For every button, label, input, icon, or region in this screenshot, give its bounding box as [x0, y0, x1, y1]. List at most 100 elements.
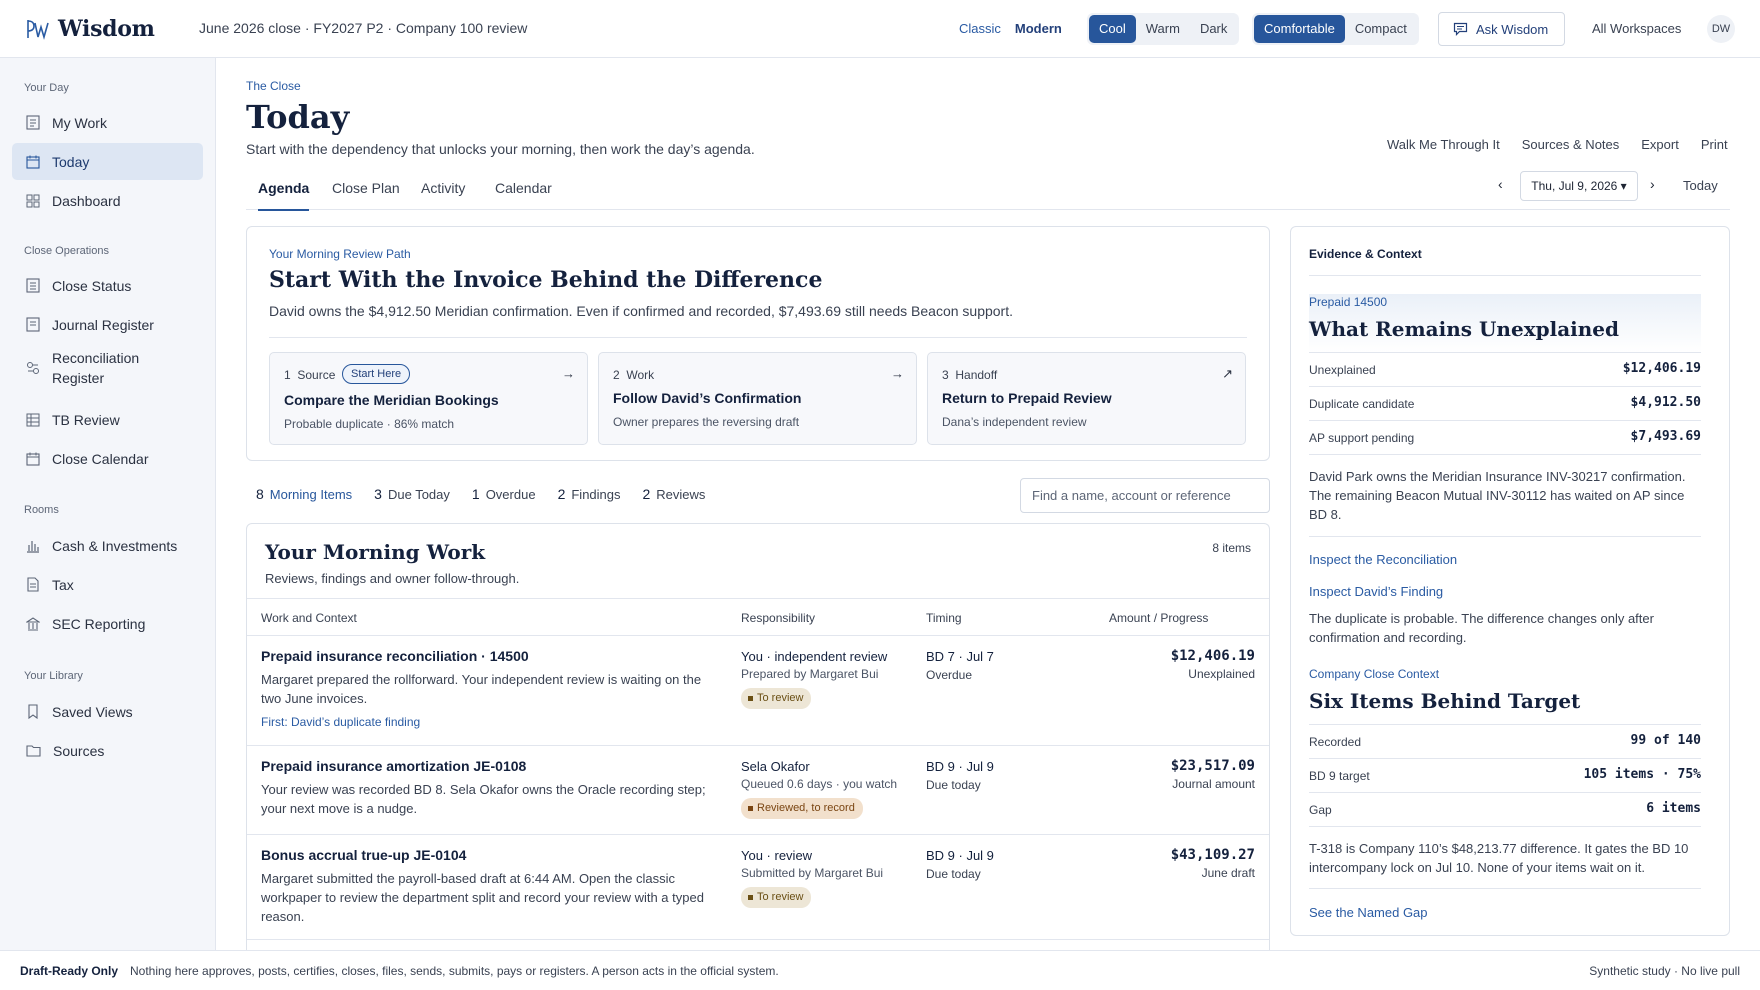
journal-icon — [26, 317, 40, 332]
kv-label: Recorded — [1309, 735, 1362, 749]
theme-warm[interactable]: Warm — [1136, 15, 1190, 43]
sidebar-item-my-work[interactable]: My Work — [12, 104, 203, 141]
table-icon — [26, 413, 40, 426]
mode-classic[interactable]: Classic — [959, 21, 1001, 36]
sources-notes-button[interactable]: Sources & Notes — [1522, 137, 1620, 152]
sidebar-item-tb-review[interactable]: TB Review — [12, 401, 203, 438]
mode-modern[interactable]: Modern — [1015, 21, 1062, 36]
evidence-note: David Park owns the Meridian Insurance I… — [1309, 469, 1686, 522]
sidebar-item-close-calendar[interactable]: Close Calendar — [12, 440, 203, 477]
duplicate-finding-link[interactable]: First: David’s duplicate finding — [261, 715, 420, 729]
kv-row: Duplicate candidate $4,912.50 — [1309, 386, 1701, 420]
all-workspaces-link[interactable]: All Workspaces — [1592, 21, 1681, 36]
close-context: June 2026 close · FY2027 P2 · Company 10… — [199, 20, 528, 36]
row-responsibility-sub: Submitted by Margaret Bui — [741, 866, 884, 880]
step-title: Compare the Meridian Bookings — [284, 392, 499, 408]
sidebar-item-saved-views[interactable]: Saved Views — [12, 693, 203, 730]
row-amount: $43,109.27 — [1170, 847, 1255, 863]
avatar[interactable]: DW — [1707, 15, 1735, 43]
export-button[interactable]: Export — [1641, 137, 1679, 152]
counter-morning-items[interactable]: 8 Morning Items — [256, 486, 352, 502]
row-timing: BD 9 · Jul 9 — [926, 759, 994, 774]
prev-day-icon[interactable]: ‹ — [1498, 176, 1503, 192]
path-step-source[interactable]: 1 Source Start Here → Compare the Meridi… — [269, 352, 588, 445]
bookmark-icon — [28, 704, 38, 719]
counter-findings[interactable]: 2 Findings — [558, 486, 621, 502]
counter-reviews[interactable]: 2 Reviews — [643, 486, 706, 502]
path-eyebrow: Your Morning Review Path — [269, 247, 411, 261]
date-picker[interactable]: Thu, Jul 9, 2026 ▾ — [1520, 171, 1638, 201]
app-logo[interactable]: Wisdom — [26, 16, 155, 42]
sidebar-item-label: TB Review — [52, 411, 120, 428]
section-eyebrow: Prepaid 14500 — [1309, 295, 1388, 309]
today-button[interactable]: Today — [1683, 178, 1718, 193]
folder-icon — [26, 745, 41, 757]
divider — [1309, 888, 1701, 889]
path-description: David owns the $4,912.50 Meridian confir… — [269, 303, 1013, 319]
sidebar-item-close-status[interactable]: Close Status — [12, 267, 203, 304]
row-responsibility: You · review — [741, 848, 813, 863]
calendar-icon — [26, 452, 40, 466]
row-responsibility-sub: Queued 0.6 days · you watch — [741, 777, 898, 791]
sidebar-item-dashboard[interactable]: Dashboard — [12, 182, 203, 219]
sidebar-section-rooms: Rooms — [24, 504, 59, 516]
row-amount-sub: Journal amount — [1172, 777, 1255, 791]
wisdom-logo-icon — [27, 20, 49, 40]
search-input[interactable]: Find a name, account or reference — [1020, 478, 1270, 513]
sidebar-item-reconciliation-register[interactable]: Reconciliation Register — [12, 345, 203, 390]
sidebar-item-label: Journal Register — [52, 316, 154, 333]
row-title: Prepaid insurance reconciliation · 14500 — [261, 648, 529, 664]
kv-value: $7,493.69 — [1630, 429, 1701, 444]
sidebar-item-tax[interactable]: Tax — [12, 566, 203, 603]
sidebar: Your Day My Work Today Dashboard Close O… — [0, 58, 216, 950]
work-subtitle: Reviews, findings and owner follow-throu… — [265, 571, 520, 586]
row-title: Bonus accrual true-up JE-0104 — [261, 847, 467, 863]
sidebar-item-label: Saved Views — [52, 703, 133, 720]
arrow-up-right-icon: ↗ — [1222, 366, 1233, 381]
density-compact[interactable]: Compact — [1345, 15, 1417, 43]
sidebar-item-sec-reporting[interactable]: SEC Reporting — [12, 605, 203, 642]
print-button[interactable]: Print — [1701, 137, 1728, 152]
theme-dark[interactable]: Dark — [1190, 15, 1237, 43]
step-title: Return to Prepaid Review — [942, 390, 1112, 406]
path-step-handoff[interactable]: 3 Handoff ↗ Return to Prepaid Review Dan… — [927, 352, 1246, 445]
sidebar-item-today[interactable]: Today — [12, 143, 203, 180]
sidebar-item-label: Today — [52, 153, 90, 170]
sidebar-section-close-operations: Close Operations — [24, 245, 109, 257]
status-badge: To review — [741, 887, 812, 908]
see-named-gap-link[interactable]: See the Named Gap — [1309, 905, 1428, 920]
context-note: T-318 is Company 110’s $48,213.77 differ… — [1309, 841, 1689, 875]
sidebar-item-sources[interactable]: Sources — [12, 732, 203, 769]
density-comfortable[interactable]: Comfortable — [1254, 15, 1345, 43]
section-title: Six Items Behind Target — [1309, 689, 1581, 713]
tab-agenda[interactable]: Agenda — [258, 180, 310, 211]
table-row[interactable]: Prepaid insurance amortization JE-0108 Y… — [247, 746, 1269, 835]
column-header: Amount / Progress — [1109, 611, 1209, 625]
tab-calendar[interactable]: Calendar — [495, 180, 552, 196]
table-row[interactable]: Bonus accrual true-up JE-0104 Margaret s… — [247, 835, 1269, 940]
tab-close-plan[interactable]: Close Plan — [332, 180, 400, 196]
row-responsibility: You · independent review — [741, 649, 888, 664]
table-row[interactable]: Prepaid insurance reconciliation · 14500… — [247, 636, 1269, 746]
section-eyebrow: Company Close Context — [1309, 667, 1440, 681]
tab-activity[interactable]: Activity — [421, 180, 465, 196]
table-header: Work and Context Responsibility Timing A… — [247, 598, 1269, 636]
ask-wisdom-button[interactable]: Ask Wisdom — [1438, 12, 1565, 46]
inspect-reconciliation-link[interactable]: Inspect the Reconciliation — [1309, 552, 1457, 567]
sidebar-item-journal-register[interactable]: Journal Register — [12, 306, 203, 343]
divider — [1309, 826, 1701, 827]
sidebar-item-label: Close Calendar — [52, 450, 149, 467]
counter-overdue[interactable]: 1 Overdue — [472, 486, 536, 502]
work-count: 8 items — [1212, 541, 1251, 555]
row-desc: Margaret submitted the payroll-based dra… — [261, 871, 704, 924]
counter-due-today[interactable]: 3 Due Today — [374, 486, 450, 502]
next-day-icon[interactable]: › — [1650, 176, 1655, 192]
row-responsibility: Sela Okafor — [741, 759, 810, 774]
kv-row: Gap 6 items — [1309, 792, 1701, 826]
sidebar-item-label: Close Status — [52, 277, 132, 294]
inspect-finding-link[interactable]: Inspect David’s Finding — [1309, 584, 1443, 599]
theme-cool[interactable]: Cool — [1089, 15, 1136, 43]
walk-me-through-button[interactable]: Walk Me Through It — [1387, 137, 1500, 152]
path-step-work[interactable]: 2 Work → Follow David’s Confirmation Own… — [598, 352, 917, 445]
sidebar-item-cash-investments[interactable]: Cash & Investments — [12, 527, 203, 564]
